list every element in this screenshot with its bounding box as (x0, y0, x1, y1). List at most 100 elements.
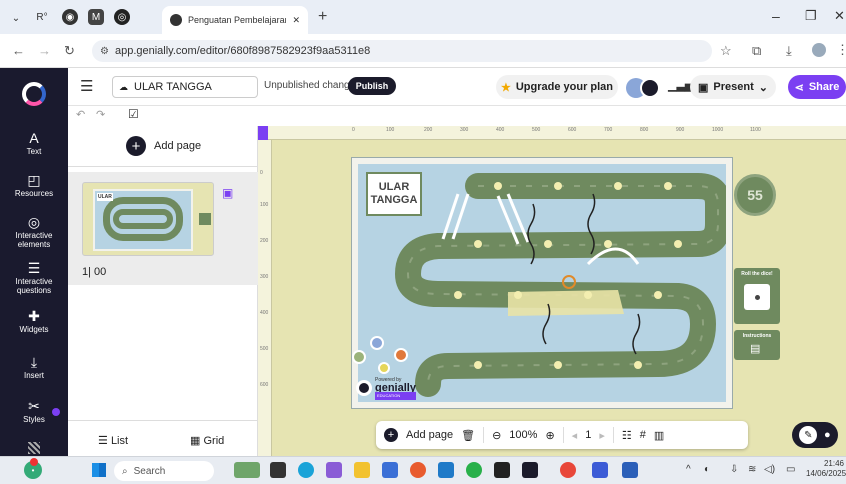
back-icon[interactable]: ← (12, 43, 25, 58)
list-label: List (110, 435, 129, 447)
bookmark-star-icon[interactable]: ☆ (720, 43, 732, 59)
tray-app-icon[interactable]: ◐ (704, 464, 710, 475)
new-tab-icon[interactable]: + (318, 8, 327, 26)
battery-icon[interactable]: ▭ (786, 464, 795, 475)
share-button[interactable]: ⋖ Share (788, 75, 846, 99)
store-icon[interactable] (438, 462, 454, 478)
task-view-icon[interactable] (270, 462, 286, 478)
chevron-down-icon[interactable]: ⌄ (8, 10, 24, 26)
upgrade-plan-button[interactable]: ★ Upgrade your plan (496, 75, 618, 99)
edit-preview-toggle[interactable]: ✎ ● (792, 422, 838, 448)
tab-favicon-3[interactable]: M (88, 9, 104, 25)
dropbox-icon[interactable] (494, 462, 510, 478)
roll-dice-panel[interactable]: Roll the dice! (734, 268, 780, 324)
firefox-icon[interactable] (410, 462, 426, 478)
list-view-button[interactable]: ☰ List (98, 434, 128, 447)
weather-widget-icon[interactable] (234, 462, 260, 478)
add-page-label[interactable]: Add page (154, 140, 201, 152)
site-info-icon[interactable]: ⚙ (100, 46, 109, 57)
copilot-icon[interactable] (326, 462, 342, 478)
bottom-add-page-label[interactable]: Add page (406, 429, 453, 441)
grid-view-button[interactable]: ▦ Grid (190, 434, 224, 447)
education-badge: EDUCATION (375, 392, 416, 400)
active-tab[interactable]: Penguatan Pembelajaran Berba ✕ (162, 6, 308, 34)
canvas-bottom-toolbar: + Add page 🗑 ⊖ 100% ⊕ ◂ 1 ▸ ☷ # ▥ (376, 421, 748, 449)
add-page-circle-icon[interactable]: + (384, 428, 398, 442)
player-token-orange[interactable] (394, 348, 408, 362)
rail-insert[interactable]: ⤓ Insert (0, 354, 68, 380)
zoom-out-icon[interactable]: ⊖ (492, 429, 501, 442)
zoom-level[interactable]: 100% (509, 429, 537, 441)
tab-favicon-2[interactable]: ◉ (62, 9, 78, 25)
edge-icon[interactable] (298, 462, 314, 478)
layers-icon[interactable]: ☷ (622, 429, 632, 442)
grid-guides-icon[interactable]: # (640, 429, 646, 441)
clock[interactable]: 21:46 14/06/2025 (806, 459, 846, 479)
tray-overflow-icon[interactable]: ^ (686, 464, 691, 475)
extensions-icon[interactable]: ⧉ (752, 43, 761, 59)
user-avatar[interactable] (640, 78, 660, 98)
file-explorer-icon[interactable] (354, 462, 370, 478)
instructions-panel[interactable]: Instructions ▤ (734, 330, 780, 360)
next-page-icon[interactable]: ▸ (599, 429, 605, 442)
split-view-icon[interactable]: ▥ (654, 429, 664, 442)
tab-favicon-1[interactable]: R° (34, 9, 50, 25)
prev-page-icon[interactable]: ◂ (572, 429, 578, 442)
page-options-icon[interactable]: ▣ (222, 186, 233, 200)
checklist-icon[interactable]: ☑ (128, 107, 139, 121)
player-token-blue[interactable] (370, 336, 384, 350)
page-thumbnail[interactable]: ULAR (82, 182, 214, 256)
trash-icon[interactable]: 🗑 (461, 429, 475, 442)
more-tools-icon[interactable] (28, 442, 40, 454)
rail-text[interactable]: A Text (0, 130, 68, 156)
hamburger-menu-icon[interactable]: ☰ (80, 77, 93, 95)
maximize-icon[interactable]: ❐ (805, 8, 817, 24)
publish-button[interactable]: Publish (348, 77, 396, 95)
taskbar-search[interactable]: ⌕ Search (114, 461, 214, 481)
close-tab-icon[interactable]: ✕ (292, 15, 300, 26)
page-number-field[interactable]: 1 (585, 429, 591, 441)
ruler-tick: 700 (604, 127, 613, 133)
project-title-field[interactable]: ☁ ULAR TANGGA (112, 76, 258, 98)
tab-favicon-4[interactable]: ◎ (114, 9, 130, 25)
wifi-icon[interactable]: ≋ (748, 464, 756, 475)
zoom-in-icon[interactable]: ⊕ (545, 429, 554, 442)
grid-icon: ▦ (190, 435, 201, 447)
browser-menu-icon[interactable]: ⋮ (836, 42, 846, 58)
usb-icon[interactable]: ⇩ (730, 464, 738, 475)
forward-icon[interactable]: → (38, 43, 51, 58)
volume-icon[interactable]: ◁) (764, 464, 775, 475)
download-icon[interactable]: ⤓ (786, 43, 792, 59)
chrome-icon[interactable] (560, 462, 576, 478)
snakes-ladders-board[interactable]: ULAR TANGGA (351, 157, 733, 409)
whatsapp-icon[interactable] (466, 462, 482, 478)
redo-icon[interactable]: ↷ (96, 108, 105, 121)
player-token-yellow[interactable] (378, 362, 390, 374)
rail-resources[interactable]: ◰ Resources (0, 172, 68, 198)
rail-interactive-elements[interactable]: ◎ Interactive elements (0, 214, 68, 249)
app-icon[interactable] (592, 462, 608, 478)
profile-avatar[interactable] (812, 43, 826, 57)
add-page-icon[interactable]: + (126, 136, 146, 156)
windows-start-icon[interactable] (92, 463, 106, 477)
close-window-icon[interactable]: ✕ (834, 8, 845, 24)
minimize-icon[interactable]: – (772, 8, 780, 24)
page-thumbnail-row[interactable]: ULAR ▣ 1| 00 (68, 172, 258, 285)
notes-icon[interactable] (522, 462, 538, 478)
panel-divider (68, 166, 258, 167)
present-button[interactable]: ▣ Present ⌄ (690, 75, 776, 99)
player-token-green[interactable] (352, 350, 366, 364)
dice-icon[interactable] (744, 284, 770, 310)
url-field[interactable]: ⚙ app.genially.com/editor/680f8987582923… (92, 40, 712, 62)
undo-icon[interactable]: ↶ (76, 108, 85, 121)
board-title-card[interactable]: ULAR TANGGA (366, 172, 422, 216)
rail-interactive-questions[interactable]: ☰ Interactive questions (0, 260, 68, 295)
word-online-icon[interactable] (382, 462, 398, 478)
rail-widgets[interactable]: ✚ Widgets (0, 308, 68, 334)
undo-redo-bar: ↶ ↷ ☑ (68, 106, 258, 126)
interactive-questions-icon: ☰ (27, 260, 41, 276)
ruler-tick: 400 (260, 310, 269, 316)
reload-icon[interactable]: ↻ (64, 43, 75, 59)
genially-logo-icon[interactable] (22, 82, 46, 106)
word-icon[interactable] (622, 462, 638, 478)
